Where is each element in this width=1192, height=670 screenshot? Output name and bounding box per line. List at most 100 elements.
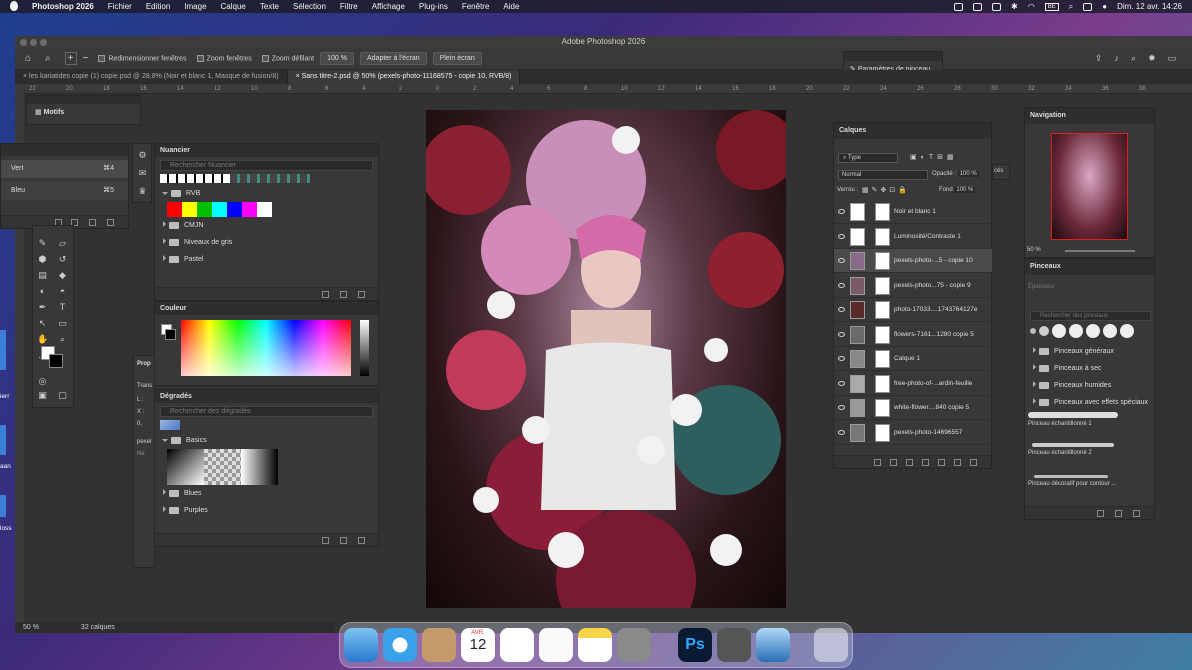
motifs-title[interactable]: ▦ Motifs [27, 104, 140, 120]
scrubby-zoom-option[interactable]: Zoom défilant [261, 54, 314, 62]
brightness-slider[interactable] [360, 320, 369, 376]
resize-windows-option[interactable]: Redimensionner fenêtres [98, 54, 187, 62]
layer-row[interactable]: white-flower....840 copie 5 [834, 396, 992, 420]
blend-mode-select[interactable]: Normal [838, 170, 928, 180]
folder-icon[interactable] [0, 495, 6, 517]
type-tool-icon[interactable]: T [57, 302, 68, 312]
basics-gradients[interactable] [167, 449, 378, 485]
channel-vert[interactable]: Vert ⌘4 [1, 160, 128, 178]
properties-x[interactable]: X : [134, 409, 154, 415]
bell-icon[interactable]: ♪ [1115, 53, 1120, 64]
brush-group-dry[interactable]: Pinceaux à sec [1025, 360, 1156, 377]
hand-tool-icon[interactable]: ✋ [37, 334, 48, 344]
eye-icon[interactable] [838, 209, 845, 214]
path-select-icon[interactable]: ↖ [37, 318, 48, 328]
close-icon[interactable] [20, 39, 27, 46]
photoshop-icon[interactable]: Ps [678, 628, 712, 662]
new-group-icon[interactable] [322, 537, 329, 544]
layer-row[interactable]: pexels-photo...75 - copie 9 [834, 274, 992, 298]
gradients-search[interactable]: Rechercher des dégradés [160, 406, 373, 417]
frame-icon[interactable]: ▢ [57, 390, 68, 400]
add-swatch-icon[interactable] [340, 291, 347, 298]
dodge-tool-icon[interactable]: ◐ [37, 286, 48, 296]
eye-icon[interactable] [838, 356, 845, 361]
gradient-group-purples[interactable]: Purples [155, 502, 378, 519]
properties-l[interactable]: L : [134, 397, 154, 403]
lock-icons[interactable]: ▦✎✥⊡🔒 [862, 186, 910, 194]
desktop-label-1[interactable]: ierr [0, 393, 9, 400]
freeform-icon[interactable] [500, 628, 534, 662]
eye-icon[interactable] [838, 380, 845, 386]
color-swatch[interactable] [167, 202, 182, 217]
fill-control[interactable]: Fond 100 % [939, 187, 976, 193]
navigator-zoom-slider[interactable] [1065, 250, 1135, 252]
trash-icon[interactable] [358, 537, 365, 544]
add-gradient-icon[interactable] [340, 537, 347, 544]
blur-tool-icon[interactable]: ◆ [57, 270, 68, 280]
new-channel-icon[interactable] [89, 219, 96, 226]
gear-icon[interactable]: ✹ [1148, 53, 1156, 64]
color-swatch[interactable] [212, 202, 227, 217]
finder-icon[interactable] [344, 628, 378, 662]
brush-tool-icon[interactable]: ✎ [37, 238, 48, 248]
recent-brushes[interactable] [1030, 322, 1152, 340]
layer-row[interactable]: photo-17033....1743764127e [834, 298, 992, 322]
swatches-search[interactable]: Rechercher Nuancier [160, 160, 373, 171]
trash-icon[interactable] [107, 219, 114, 226]
new-layer-icon[interactable] [954, 459, 961, 466]
layer-mask-thumbnail[interactable] [875, 423, 890, 442]
sponge-tool-icon[interactable]: ◓ [57, 286, 68, 296]
layer-row[interactable]: pexels-photo-14696557 [834, 421, 992, 445]
canvas-image[interactable] [426, 110, 786, 608]
tab-document-1[interactable]: × les kariatides copie (1) copie.psd @ 2… [15, 70, 288, 84]
brush-sample-1[interactable]: Pinceau échantillonné 1 [1028, 412, 1128, 439]
background-color-swatch[interactable] [49, 354, 63, 368]
layer-filter-select[interactable]: ⌕ Type [838, 153, 898, 163]
layer-mask-thumbnail[interactable] [875, 325, 890, 344]
eye-icon[interactable] [838, 282, 845, 288]
folder-icon[interactable] [0, 330, 6, 370]
group-icon[interactable] [938, 459, 945, 466]
gradient-group-basics[interactable]: Basics [155, 432, 378, 449]
layer-row[interactable]: flowers-7161...1280 copie 5 [834, 323, 992, 347]
zoom-windows-option[interactable]: Zoom fenêtres [196, 54, 252, 62]
opacity-control[interactable]: Opacité : 100 % [932, 171, 979, 177]
apple-icon[interactable] [10, 1, 18, 11]
gradient-tool-icon[interactable]: ▤ [37, 270, 48, 280]
menu-edition[interactable]: Edition [146, 2, 170, 11]
checkbox-icon[interactable] [98, 54, 106, 62]
color-spectrum[interactable] [181, 320, 351, 376]
collapsed-panel-tab[interactable]: cés [992, 164, 1010, 180]
eye-icon[interactable] [838, 307, 845, 312]
navigator-zoom[interactable]: 50 % [1027, 247, 1041, 253]
mask-icon[interactable] [906, 459, 913, 466]
brushes-search[interactable]: Rechercher des pinceaux [1030, 311, 1151, 321]
color-swatch[interactable] [182, 202, 197, 217]
swatch-group-gris[interactable]: Niveaux de gris [155, 234, 378, 251]
zoom-icon[interactable] [40, 39, 47, 46]
new-brush-icon[interactable] [1115, 510, 1122, 517]
menu-image[interactable]: Image [184, 2, 206, 11]
menu-app-name[interactable]: Photoshop 2026 [32, 2, 94, 11]
layer-mask-thumbnail[interactable] [875, 350, 890, 368]
menu-plugins[interactable]: Plug-ins [419, 2, 448, 11]
brush-group-general[interactable]: Pinceaux généraux [1025, 343, 1156, 360]
zoom-tool-icon[interactable]: ⌕ [57, 334, 68, 344]
layer-row[interactable]: Luminosité/Contraste 1 [834, 225, 992, 249]
swatch-group-rvb[interactable]: RVB [155, 185, 378, 202]
layer-mask-thumbnail[interactable] [875, 301, 890, 319]
swatch-group-pastel[interactable]: Pastel [155, 251, 378, 268]
zoom-out-icon[interactable]: − [83, 53, 89, 64]
zoom-tool-icon[interactable]: ⌕ [45, 53, 51, 64]
color-swatch[interactable] [242, 202, 257, 217]
history-brush-icon[interactable]: ↺ [57, 254, 68, 264]
creative-cloud-icon[interactable] [954, 2, 964, 11]
control-center-icon[interactable] [1083, 2, 1093, 11]
recent-gradient[interactable] [160, 420, 180, 430]
eye-icon[interactable] [838, 331, 845, 337]
user-icon[interactable]: ● [1102, 2, 1107, 11]
adjustment-icon[interactable] [922, 459, 929, 466]
menu-aide[interactable]: Aide [503, 2, 519, 11]
brush-sample-2[interactable]: Pinceau échantillonné 2 [1028, 443, 1128, 470]
safari-icon[interactable] [383, 628, 417, 662]
